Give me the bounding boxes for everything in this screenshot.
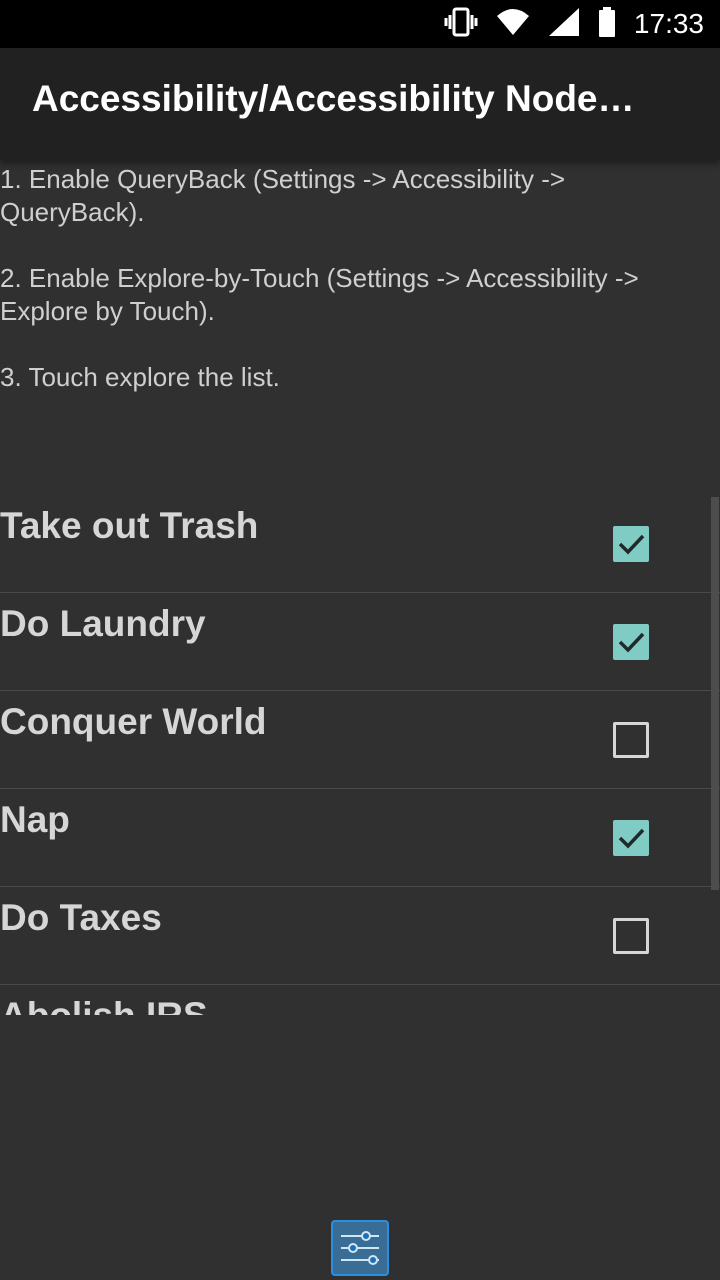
list-item[interactable]: Abolish IRS (0, 985, 720, 1015)
task-checkbox[interactable] (613, 526, 649, 562)
instruction-2: 2. Enable Explore-by-Touch (Settings -> … (0, 263, 639, 326)
task-checkbox[interactable] (613, 918, 649, 954)
task-list[interactable]: Take out Trash Do Laundry Conquer World … (0, 495, 720, 1015)
settings-sliders-icon (333, 1231, 387, 1278)
page-title: Accessibility/Accessibility Node… (32, 78, 635, 119)
item-label: Nap (0, 799, 70, 840)
scrollbar[interactable] (711, 497, 719, 890)
task-checkbox[interactable] (613, 820, 649, 856)
list-item[interactable]: Take out Trash (0, 495, 720, 593)
item-label: Do Taxes (0, 897, 162, 938)
item-label: Do Laundry (0, 603, 206, 644)
task-checkbox[interactable] (613, 624, 649, 660)
status-icons: 17:33 (444, 0, 704, 48)
item-label: Take out Trash (0, 505, 259, 546)
status-bar: 17:33 (0, 0, 720, 48)
task-checkbox[interactable] (613, 722, 649, 758)
list-item[interactable]: Nap (0, 789, 720, 887)
list-item[interactable]: Do Taxes (0, 887, 720, 985)
vibrate-icon (444, 7, 478, 42)
instructions: 1. Enable QueryBack (Settings -> Accessi… (0, 163, 715, 427)
list-item[interactable]: Conquer World (0, 691, 720, 789)
wifi-icon (496, 8, 530, 41)
action-bar: Accessibility/Accessibility Node… (0, 48, 720, 160)
item-label: Conquer World (0, 701, 267, 742)
instruction-1: 1. Enable QueryBack (Settings -> Accessi… (0, 164, 566, 227)
status-time: 17:33 (633, 8, 704, 39)
list-item[interactable]: Do Laundry (0, 593, 720, 691)
instruction-3: 3. Touch explore the list. (0, 362, 280, 392)
signal-icon (548, 7, 580, 42)
item-label: Abolish IRS (0, 995, 208, 1015)
battery-icon (598, 6, 616, 42)
menu-button[interactable] (331, 1220, 389, 1276)
